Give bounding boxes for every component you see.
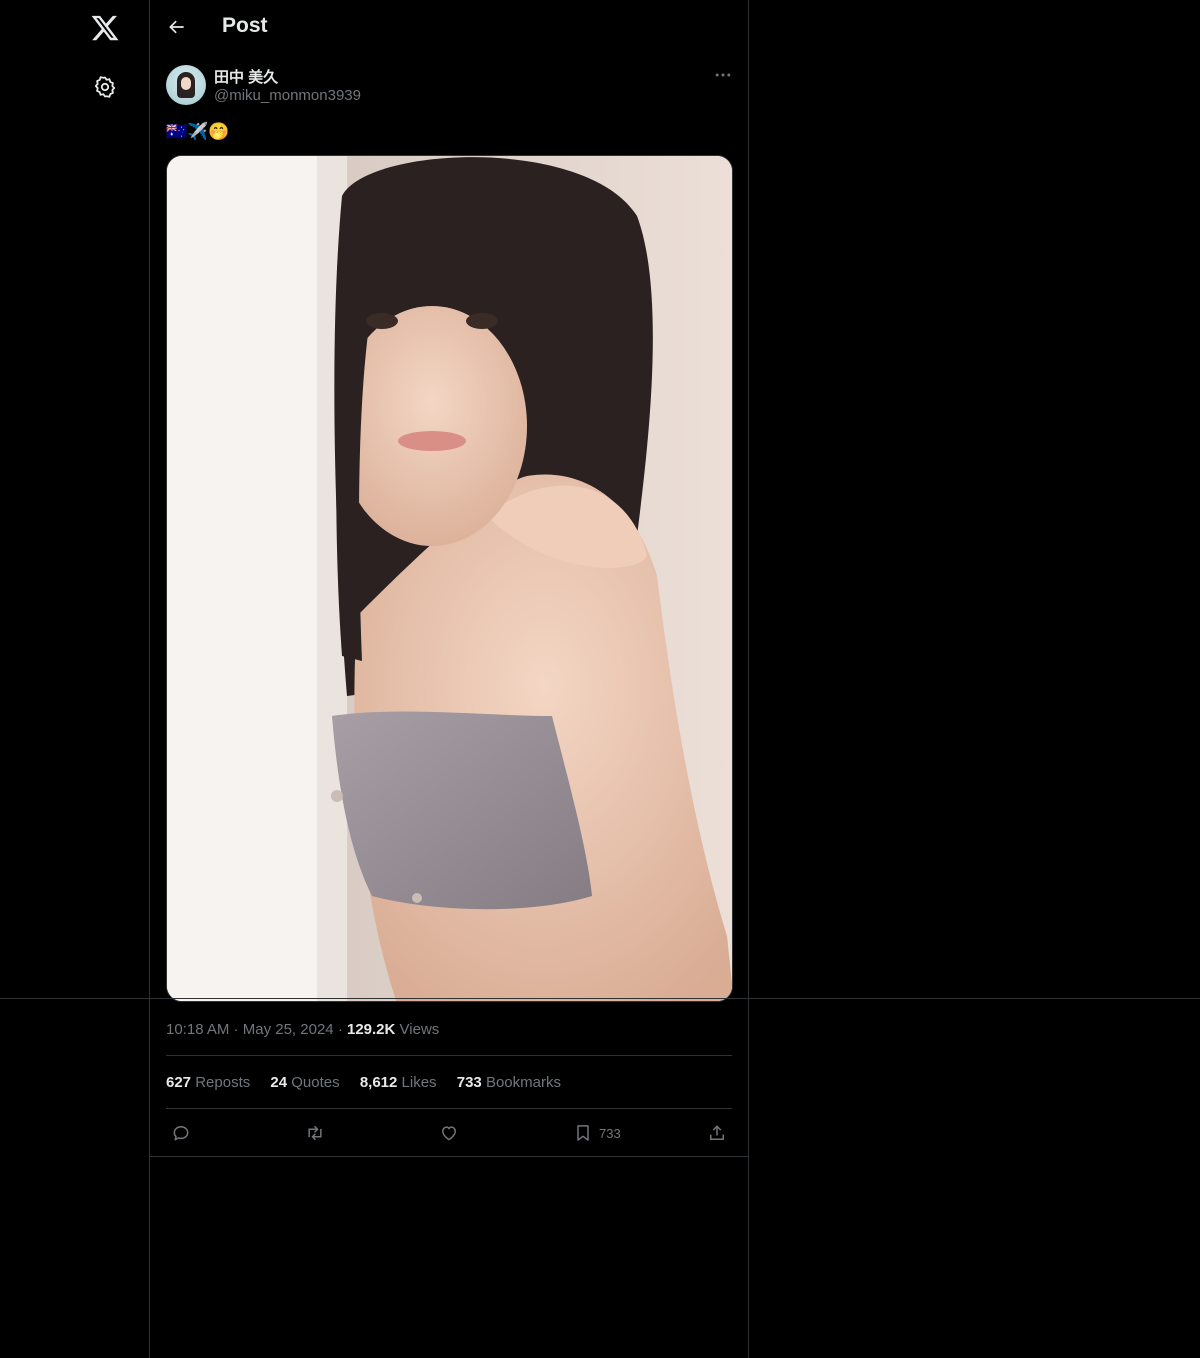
more-icon bbox=[715, 73, 731, 77]
repost-icon bbox=[308, 1125, 322, 1141]
stat-reposts[interactable]: 627 Reposts bbox=[166, 1074, 250, 1091]
stat-likes[interactable]: 8,612 Likes bbox=[360, 1074, 437, 1091]
heart-icon bbox=[442, 1126, 456, 1141]
views-label: Views bbox=[399, 1021, 440, 1038]
page-title: Post bbox=[222, 14, 268, 37]
bookmark-count: 733 bbox=[599, 1125, 621, 1141]
share-button[interactable] bbox=[707, 1121, 727, 1145]
tweet-time[interactable]: 10:18 AM bbox=[166, 1021, 229, 1038]
page: Post 田中 美久 @miku_monmon3939 🇦🇺✈️🤭 10:18 … bbox=[0, 0, 1200, 1358]
action-bar: 733 bbox=[150, 1118, 748, 1148]
tweet-meta: 10:18 AM · May 25, 2024 · 129.2K Views bbox=[166, 1021, 440, 1038]
gear-icon[interactable] bbox=[93, 75, 117, 99]
tweet-date[interactable]: May 25, 2024 bbox=[243, 1021, 334, 1038]
reply-button[interactable] bbox=[171, 1121, 191, 1145]
left-nav bbox=[0, 0, 149, 1358]
reply-icon bbox=[173, 1126, 189, 1141]
divider bbox=[166, 1108, 732, 1109]
main-column: Post 田中 美久 @miku_monmon3939 🇦🇺✈️🤭 10:18 … bbox=[149, 0, 749, 1358]
author-display-name[interactable]: 田中 美久 bbox=[214, 66, 278, 87]
avatar[interactable] bbox=[166, 65, 206, 105]
arrow-left-icon bbox=[169, 20, 184, 34]
x-logo-icon[interactable] bbox=[90, 13, 120, 43]
stat-bookmarks[interactable]: 733 Bookmarks bbox=[457, 1074, 561, 1091]
more-options-button[interactable] bbox=[712, 64, 734, 86]
divider bbox=[166, 1055, 732, 1056]
like-button[interactable] bbox=[439, 1121, 459, 1145]
author-handle[interactable]: @miku_monmon3939 bbox=[214, 87, 361, 104]
engagement-stats: 627 Reposts 24 Quotes 8,612 Likes 733 Bo… bbox=[166, 1074, 577, 1091]
tweet-text: 🇦🇺✈️🤭 bbox=[166, 122, 230, 141]
divider bbox=[0, 998, 1200, 999]
tweet-photo[interactable] bbox=[166, 155, 733, 1002]
views-count: 129.2K bbox=[346, 1021, 396, 1038]
bookmark-icon bbox=[577, 1125, 589, 1141]
bookmark-button[interactable]: 733 bbox=[573, 1121, 621, 1145]
divider bbox=[150, 1156, 748, 1157]
back-button[interactable] bbox=[164, 14, 190, 40]
stat-quotes[interactable]: 24 Quotes bbox=[270, 1074, 339, 1091]
header: Post bbox=[150, 0, 748, 54]
share-icon bbox=[710, 1125, 724, 1140]
repost-button[interactable] bbox=[305, 1121, 325, 1145]
